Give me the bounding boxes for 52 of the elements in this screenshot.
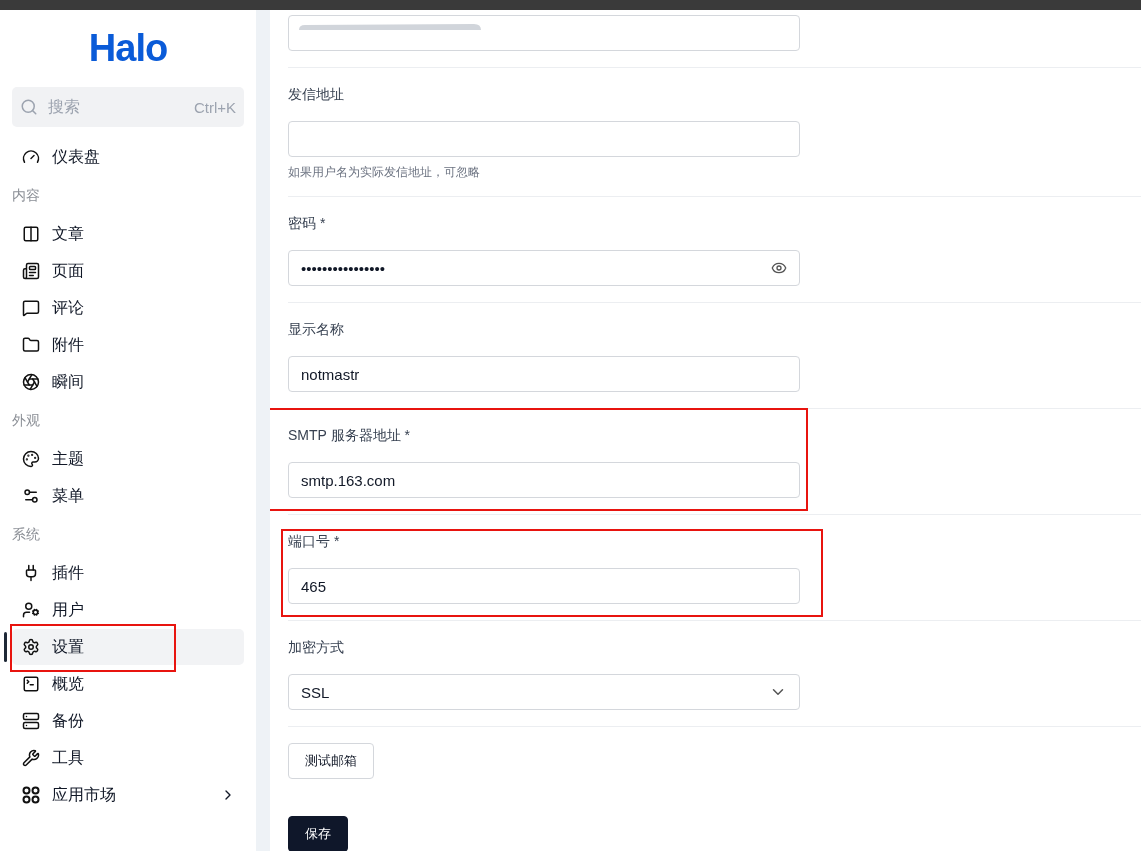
palette-icon xyxy=(22,450,40,468)
folder-icon xyxy=(22,336,40,354)
logo: Halo xyxy=(87,26,169,71)
section-heading: 内容 xyxy=(12,186,41,205)
field-label: 密码 * xyxy=(288,214,327,233)
user-gear-icon xyxy=(22,601,40,619)
grid-icon xyxy=(22,786,40,804)
input-field[interactable]: smtp.163.com xyxy=(288,462,800,498)
wrench-icon xyxy=(22,749,40,767)
field-label: 显示名称 xyxy=(288,320,345,339)
nav-item[interactable]: 备份 xyxy=(12,703,244,739)
nav-item[interactable]: 概览 xyxy=(12,666,244,702)
nav-item[interactable]: 工具 xyxy=(12,740,244,776)
search-icon xyxy=(20,98,38,116)
nav-item[interactable]: 附件 xyxy=(12,327,244,363)
help-text: 如果用户名为实际发信地址，可忽略 xyxy=(288,164,481,180)
field-label: 发信地址 xyxy=(288,85,345,104)
chat-icon xyxy=(22,299,40,317)
nav-item[interactable]: 菜单 xyxy=(12,478,244,514)
settings-icon xyxy=(22,638,40,656)
input-field[interactable] xyxy=(288,121,800,157)
eye-icon[interactable] xyxy=(771,260,787,276)
nav-item[interactable]: 应用市场 xyxy=(12,777,244,813)
password-field[interactable]: •••••••••••••••• xyxy=(288,250,800,286)
select-field[interactable]: SSL xyxy=(288,674,800,710)
nav-item[interactable]: 评论 xyxy=(12,290,244,326)
input-field[interactable]: notmastr xyxy=(288,356,800,392)
gauge-icon xyxy=(22,148,40,166)
input-field[interactable]: 465 xyxy=(288,568,800,604)
field-label: SMTP 服务器地址 * xyxy=(288,426,411,445)
field-label: 加密方式 xyxy=(288,638,345,657)
sliders-icon xyxy=(22,487,40,505)
test-button[interactable]: 测试邮箱 xyxy=(288,743,374,779)
field-label: 端口号 * xyxy=(288,532,341,551)
section-heading: 系统 xyxy=(12,525,41,544)
nav-item[interactable]: 瞬间 xyxy=(12,364,244,400)
save-button[interactable]: 保存 xyxy=(288,816,348,851)
nav-item[interactable]: 用户 xyxy=(12,592,244,628)
active-indicator xyxy=(4,632,7,662)
nav-item[interactable]: 文章 xyxy=(12,216,244,252)
terminal-icon xyxy=(22,675,40,693)
panel-icon xyxy=(22,225,40,243)
nav-item[interactable]: 仪表盘 xyxy=(12,139,244,175)
input-field[interactable] xyxy=(288,15,800,51)
server-icon xyxy=(22,712,40,730)
nav-item[interactable]: 插件 xyxy=(12,555,244,591)
shortcut-hint: Ctrl+K xyxy=(193,98,236,116)
nav-item[interactable]: 页面 xyxy=(12,253,244,289)
nav-item[interactable]: 主题 xyxy=(12,441,244,477)
page-icon xyxy=(22,262,40,280)
section-heading: 外观 xyxy=(12,411,41,430)
aperture-icon xyxy=(22,373,40,391)
